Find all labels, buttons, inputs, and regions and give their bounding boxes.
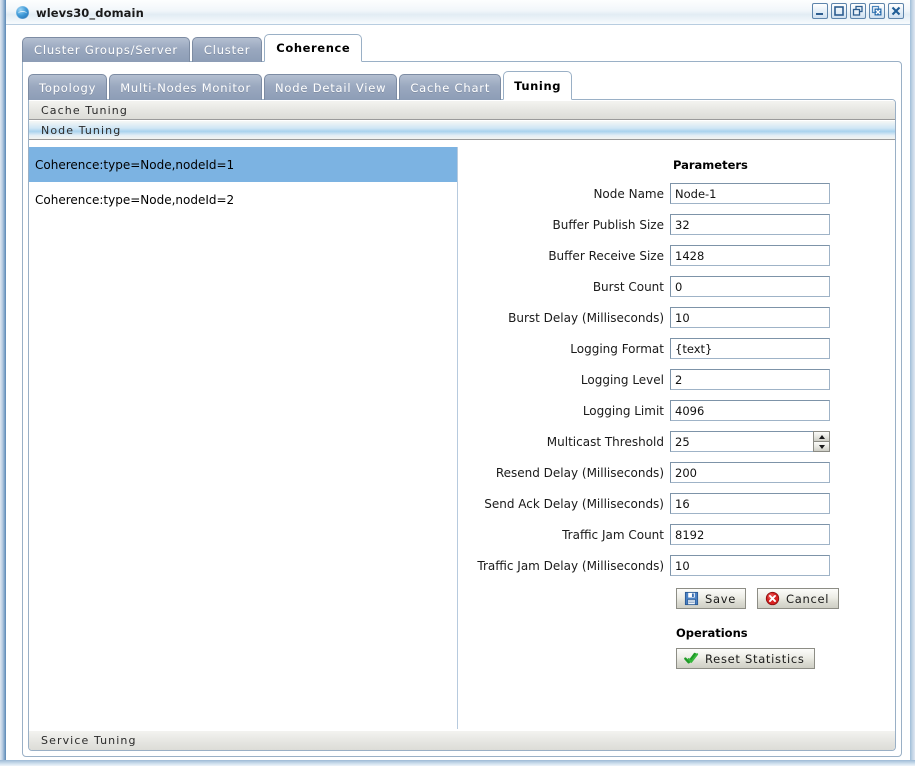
operations-heading: Operations (676, 626, 748, 640)
check-mark-icon (684, 652, 699, 664)
tab-cluster[interactable]: Cluster (191, 37, 263, 62)
window-controls (812, 3, 904, 19)
input-burst-count[interactable] (670, 276, 830, 297)
save-button-label: Save (705, 591, 737, 606)
cancel-button[interactable]: Cancel (757, 588, 840, 609)
label-node-name: Node Name (593, 186, 664, 201)
field-row-buffer-receive-size: Buffer Receive Size (458, 240, 895, 271)
label-burst-count: Burst Count (592, 279, 664, 294)
reset-statistics-button-label: Reset Statistics (705, 651, 805, 666)
label-resend-delay: Resend Delay (Milliseconds) (495, 465, 664, 480)
cancel-button-label: Cancel (786, 591, 830, 606)
floppy-disk-icon (684, 591, 699, 606)
tab-cluster-groups-server[interactable]: Cluster Groups/Server (22, 37, 190, 62)
label-send-ack-delay: Send Ack Delay (Milliseconds) (484, 496, 664, 511)
window-frame-right (910, 0, 915, 765)
close-internal-frame-button[interactable] (869, 3, 885, 19)
tab-cache-chart[interactable]: Cache Chart (399, 74, 502, 100)
close-window-button[interactable] (888, 3, 904, 19)
window-title: wlevs30_domain (36, 5, 144, 20)
field-row-send-ack-delay: Send Ack Delay (Milliseconds) (458, 488, 895, 519)
spinner-up-icon[interactable] (813, 431, 830, 441)
label-buffer-receive-size: Buffer Receive Size (548, 248, 664, 263)
cancel-circle-icon (765, 591, 780, 606)
parameters-heading: Parameters (673, 158, 748, 172)
title-bar-left: wlevs30_domain (16, 0, 144, 25)
tab-tuning[interactable]: Tuning (503, 71, 573, 100)
input-resend-delay[interactable] (670, 462, 830, 483)
label-multicast-threshold: Multicast Threshold (546, 434, 664, 449)
restore-button[interactable] (850, 3, 866, 19)
input-traffic-jam-delay[interactable] (670, 555, 830, 576)
field-row-logging-limit: Logging Limit (458, 395, 895, 426)
input-logging-format[interactable] (670, 338, 830, 359)
input-buffer-receive-size[interactable] (670, 245, 830, 266)
save-button[interactable]: Save (676, 588, 747, 609)
label-logging-format: Logging Format (570, 341, 664, 356)
node-tuning-content: Coherence:type=Node,nodeId=1 Coherence:t… (29, 147, 895, 729)
list-item[interactable]: Coherence:type=Node,nodeId=2 (29, 182, 457, 217)
tab-multi-nodes-monitor[interactable]: Multi-Nodes Monitor (109, 74, 263, 100)
input-burst-delay[interactable] (670, 307, 830, 328)
field-row-logging-level: Logging Level (458, 364, 895, 395)
field-row-node-name: Node Name (458, 178, 895, 209)
accordion-node-tuning[interactable]: Node Tuning (29, 120, 895, 140)
input-multicast-threshold[interactable] (670, 431, 813, 452)
spinner-down-icon[interactable] (813, 441, 830, 452)
label-logging-level: Logging Level (580, 372, 664, 387)
tab-topology[interactable]: Topology (28, 74, 108, 100)
globe-icon (16, 6, 29, 19)
title-bar: wlevs30_domain (6, 0, 910, 25)
input-logging-level[interactable] (670, 369, 830, 390)
field-row-multicast-threshold: Multicast Threshold (458, 426, 895, 457)
field-row-burst-delay: Burst Delay (Milliseconds) (458, 302, 895, 333)
spinner-buttons (813, 431, 830, 452)
field-row-traffic-jam-delay: Traffic Jam Delay (Milliseconds) (458, 550, 895, 581)
parameters-pane: Parameters Node Name Buffer Publish Size… (458, 147, 895, 729)
reset-statistics-button[interactable]: Reset Statistics (676, 648, 815, 669)
input-buffer-publish-size[interactable] (670, 214, 830, 235)
accordion-cache-tuning[interactable]: Cache Tuning (29, 100, 895, 120)
secondary-tab-bar: Topology Multi-Nodes Monitor Node Detail… (28, 71, 574, 100)
window-frame-left (0, 0, 6, 760)
label-traffic-jam-count: Traffic Jam Count (562, 527, 664, 542)
multicast-threshold-spinner (670, 431, 830, 452)
list-item[interactable]: Coherence:type=Node,nodeId=1 (29, 147, 457, 182)
field-row-buffer-publish-size: Buffer Publish Size (458, 209, 895, 240)
input-traffic-jam-count[interactable] (670, 524, 830, 545)
label-logging-limit: Logging Limit (582, 403, 664, 418)
maximize-button[interactable] (831, 3, 847, 19)
field-row-logging-format: Logging Format (458, 333, 895, 364)
minimize-button[interactable] (812, 3, 828, 19)
application-window: wlevs30_domain Cluster Groups/Server Clu… (0, 0, 915, 771)
label-traffic-jam-delay: Traffic Jam Delay (Milliseconds) (477, 558, 664, 573)
form-actions: Save Cancel (676, 588, 895, 609)
field-row-burst-count: Burst Count (458, 271, 895, 302)
input-send-ack-delay[interactable] (670, 493, 830, 514)
input-node-name[interactable] (670, 183, 830, 204)
window-frame-bottom (0, 760, 915, 766)
primary-tab-bar: Cluster Groups/Server Cluster Coherence (22, 34, 364, 62)
field-row-resend-delay: Resend Delay (Milliseconds) (458, 457, 895, 488)
parameters-form: Node Name Buffer Publish Size Buffer Rec… (458, 178, 895, 669)
tab-coherence[interactable]: Coherence (264, 34, 363, 62)
label-buffer-publish-size: Buffer Publish Size (552, 217, 664, 232)
tuning-panel: Cache Tuning Node Tuning Coherence:type=… (28, 99, 896, 751)
node-list: Coherence:type=Node,nodeId=1 Coherence:t… (29, 147, 458, 729)
operations-actions: Reset Statistics (676, 648, 895, 669)
field-row-traffic-jam-count: Traffic Jam Count (458, 519, 895, 550)
input-logging-limit[interactable] (670, 400, 830, 421)
accordion-service-tuning[interactable]: Service Tuning (29, 730, 895, 750)
label-burst-delay: Burst Delay (Milliseconds) (508, 310, 664, 325)
tab-node-detail-view[interactable]: Node Detail View (264, 74, 398, 100)
